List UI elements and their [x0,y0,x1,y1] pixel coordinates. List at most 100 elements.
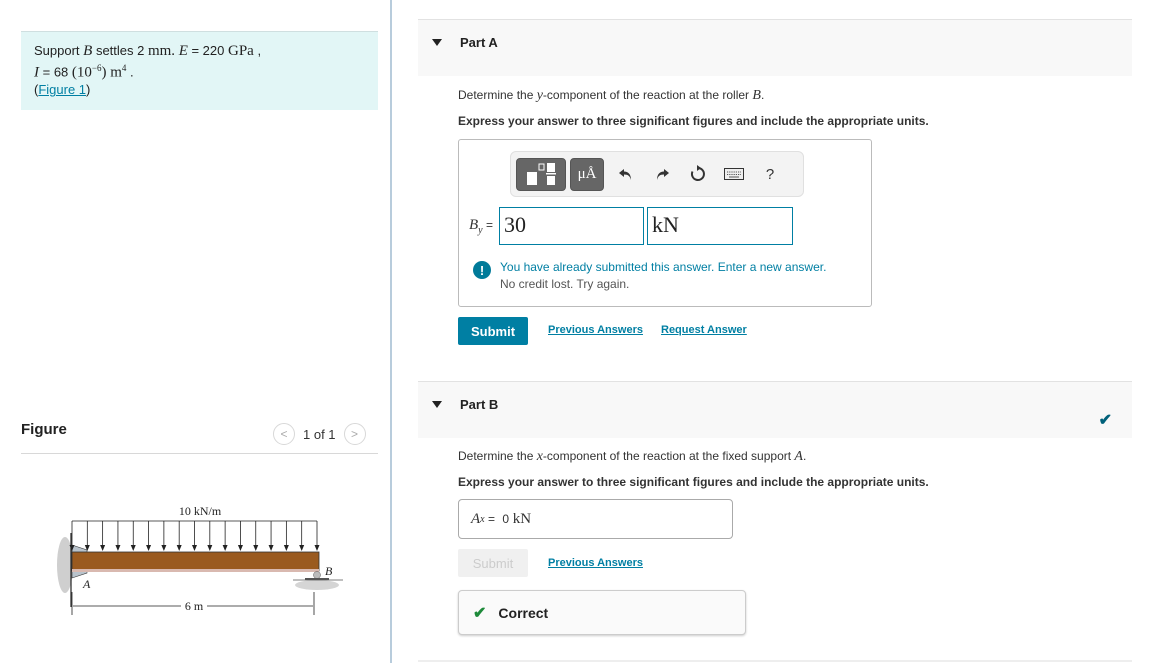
part-a-previous-answers-link[interactable]: Previous Answers [548,324,643,336]
unit-gpa: GPa [227,43,254,59]
part-a-answer-box: μÅ ? By = 30 kN ! You have already submi… [458,139,872,307]
part-b-instruction: Express your answer to three significant… [458,475,929,489]
load-arrow-head [253,545,259,551]
text: Support [34,43,84,58]
figure-link[interactable]: Figure 1 [38,82,86,97]
templates-button[interactable] [516,157,566,191]
ground-b [295,580,339,590]
part-b-header[interactable]: Part B ✔ [418,381,1132,438]
help-icon: ? [765,165,775,183]
load-arrow-head [192,545,197,551]
figure-title: Figure [21,421,67,438]
chevron-right-icon: > [351,427,359,441]
load-arrow-head [207,545,213,551]
warning-message: ! You have already submitted this answer… [473,259,826,293]
collapse-triangle-icon[interactable] [432,401,442,408]
load-arrow-head [146,545,152,551]
text: ) [86,82,91,98]
load-arrow-head [100,545,106,551]
text: -component of the reaction at the fixed … [542,449,795,463]
bottom-divider [418,660,1132,662]
var: A [471,510,481,527]
var: B [752,88,761,103]
load-arrows [69,521,320,551]
load-arrow-head [283,545,289,551]
request-answer-link[interactable]: Request Answer [661,324,747,336]
redo-button[interactable] [644,166,680,182]
text: , [253,43,262,58]
exclamation-icon: ! [473,261,491,279]
problem-statement: Support B settles 2 mm. E = 220 GPa , I … [21,31,378,110]
answer-unit: kN [509,510,532,527]
var: B [469,217,479,234]
part-a-submit-button[interactable]: Submit [458,317,528,345]
part-b-answer-display: Ax = 0 kN [458,499,733,539]
text: . [126,64,134,80]
warning-sub: No credit lost. Try again. [500,277,630,291]
next-figure-button[interactable]: > [343,423,366,445]
var: A [794,449,803,464]
load-arrow-head [222,545,228,551]
help-button[interactable]: ? [752,166,788,183]
reset-button[interactable] [680,165,716,183]
warning-main: You have already submitted this answer. … [500,260,827,274]
text: -component of the reaction at the roller [542,88,753,102]
part-b-previous-answers-link[interactable]: Previous Answers [548,557,643,569]
load-arrow-head [268,545,274,551]
answer-value: 0 [502,512,509,526]
text: = 68 [39,64,72,80]
text: Determine the [458,88,537,102]
part-a-equation: By = 30 kN [469,207,796,245]
keyboard-icon [724,168,744,180]
part-a-title: Part A [460,35,498,50]
part-b-question: Determine the x-component of the reactio… [458,449,806,465]
undo-button[interactable] [608,166,644,182]
pager-text: 1 of 1 [303,426,336,442]
chevron-left-icon: < [280,427,288,441]
part-a-question: Determine the y-component of the reactio… [458,88,764,104]
label-a: A [82,577,91,591]
figure-divider [21,453,378,454]
load-arrow-head [161,545,167,551]
beam [71,551,320,572]
status-text: Correct [498,604,549,621]
keyboard-button[interactable] [716,168,752,180]
collapse-triangle-icon[interactable] [432,39,442,46]
load-arrow-head [176,545,182,551]
load-arrow-head [299,545,305,551]
beam-figure: 10 kN/m B A 6 m [57,504,343,615]
text: . [802,449,807,463]
unit-mm: mm. [147,43,176,59]
part-b-title: Part B [460,397,499,412]
equals: = [482,218,493,233]
pane-divider[interactable] [390,0,392,663]
check-icon: ✔ [473,604,487,622]
left-pane: Support B settles 2 mm. E = 220 GPa , I … [0,0,390,663]
var-b: B [83,43,93,59]
part-a-header[interactable]: Part A [418,19,1132,76]
text: Determine the [458,449,537,463]
unit-input[interactable]: kN [646,207,793,245]
span-label: 6 m [185,599,204,613]
beam-flange [72,569,319,572]
load-label: 10 kN/m [179,504,222,518]
part-a-instruction: Express your answer to three significant… [458,114,929,128]
label-b: B [325,564,333,578]
warning-text: You have already submitted this answer. … [500,259,826,293]
problem-line-2: I = 68 (10−6) m4 . [34,60,365,81]
figure-link-line: (Figure 1) [34,81,365,98]
redo-icon [657,169,669,180]
units-button[interactable]: μÅ [570,157,604,191]
text: ) m [101,64,122,81]
correct-feedback: ✔ Correct [458,590,746,635]
text: settles 2 [92,43,148,58]
text: (10 [71,64,92,81]
value-input[interactable]: 30 [498,207,644,245]
problem-line-1: Support B settles 2 mm. E = 220 GPa , [34,42,365,60]
text: . [760,88,765,102]
equals: = [484,512,499,526]
load-arrow-head [130,545,136,551]
load-arrow-head [314,545,320,551]
eq-label: By = [469,216,493,236]
prev-figure-button[interactable]: < [273,423,295,445]
